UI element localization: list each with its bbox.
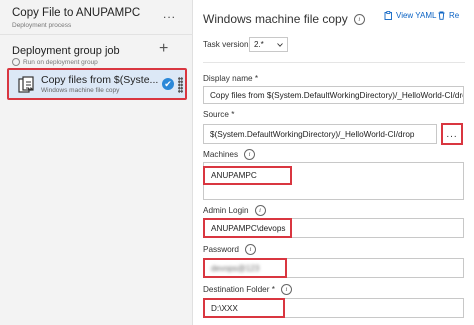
clipboard-icon — [384, 11, 392, 20]
browse-source-button[interactable]: ... — [441, 123, 463, 145]
password-value-highlight: devops@123 — [203, 258, 287, 278]
chevron-down-icon — [277, 42, 283, 47]
machines-label: Machines — [203, 150, 239, 159]
task-detail-title-text: Windows machine file copy — [203, 12, 348, 26]
job-subtitle-text: Run on deployment group — [23, 58, 98, 66]
remove-label: Re — [449, 11, 460, 20]
display-name-label: Display name * — [203, 74, 259, 83]
drag-handle-icon[interactable] — [178, 77, 183, 93]
info-icon[interactable]: i — [254, 205, 266, 216]
task-detail-title: Windows machine file copy i — [203, 12, 365, 26]
machines-label-row: Machines i — [203, 149, 256, 160]
info-icon[interactable]: i — [280, 284, 292, 295]
task-title: Copy files from $(Syste... — [41, 74, 159, 86]
admin-login-label-row: Admin Login i — [203, 205, 266, 216]
view-yaml-label: View YAML — [396, 11, 437, 20]
task-item-copy-files[interactable]: Copy files from $(Syste... Windows machi… — [7, 68, 187, 100]
display-name-input[interactable]: Copy files from $(System.DefaultWorkingD… — [203, 86, 464, 104]
destination-label: Destination Folder * — [203, 285, 275, 294]
task-subtitle: Windows machine file copy — [41, 87, 120, 94]
pipeline-title: Copy File to ANUPAMPC — [12, 7, 141, 19]
password-label-row: Password i — [203, 244, 256, 255]
info-icon[interactable]: i — [244, 244, 256, 255]
task-version-value: 2.* — [254, 40, 264, 49]
machines-value-highlight: ANUPAMPC — [203, 166, 292, 185]
trash-icon — [438, 11, 445, 20]
destination-value-highlight: D:\XXX — [203, 298, 285, 318]
deployment-group-icon — [12, 58, 20, 66]
file-copy-icon — [18, 76, 34, 93]
divider — [0, 34, 193, 35]
admin-login-value-highlight: ANUPAMPC\devops — [203, 218, 292, 238]
job-title[interactable]: Deployment group job — [12, 45, 120, 57]
divider — [203, 62, 465, 63]
job-subtitle: Run on deployment group — [12, 58, 98, 66]
enabled-check-icon: ✔ — [162, 78, 174, 90]
task-list-pane: Copy File to ANUPAMPC Deployment process… — [0, 0, 193, 325]
view-yaml-button[interactable]: View YAML — [384, 11, 436, 20]
source-input[interactable]: $(System.DefaultWorkingDirectory)/_Hello… — [203, 124, 437, 144]
password-value: devops@123 — [211, 263, 260, 273]
password-label: Password — [203, 245, 239, 254]
task-version-select[interactable]: 2.* — [249, 37, 288, 52]
pipeline-subtitle: Deployment process — [12, 22, 72, 29]
add-task-button[interactable]: + — [159, 40, 168, 58]
remove-task-button[interactable]: Re — [437, 11, 459, 20]
task-version-label: Task version — [203, 40, 249, 49]
source-label: Source * — [203, 110, 235, 119]
more-options-button[interactable]: ... — [163, 7, 176, 21]
info-icon[interactable]: i — [244, 149, 256, 160]
info-icon[interactable]: i — [353, 13, 365, 25]
admin-login-label: Admin Login — [203, 206, 249, 215]
destination-label-row: Destination Folder * i — [203, 284, 292, 295]
